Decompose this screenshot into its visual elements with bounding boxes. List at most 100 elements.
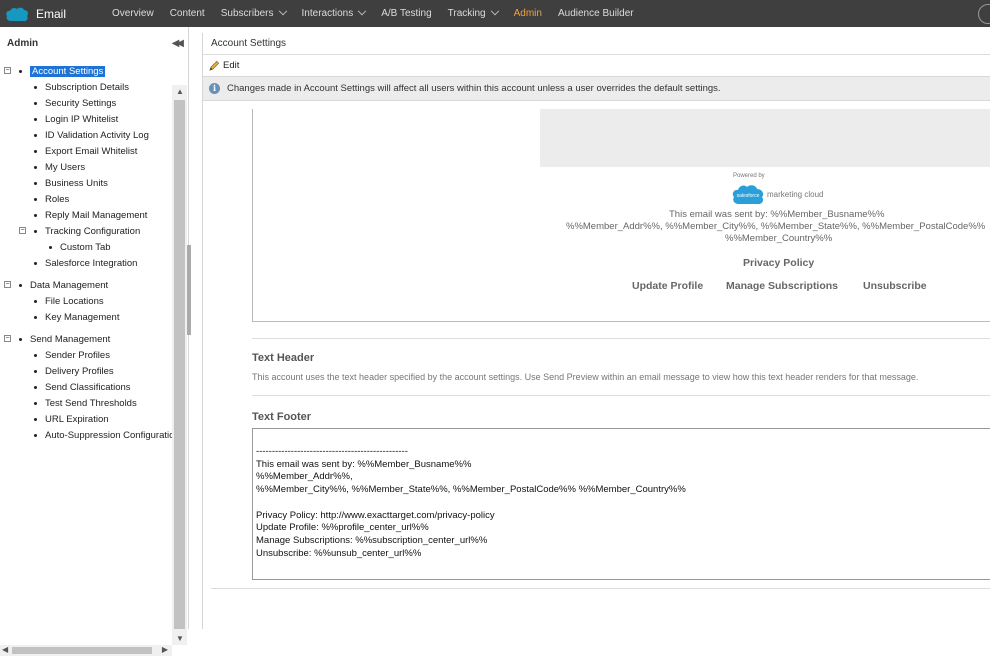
bullet-icon	[34, 85, 37, 89]
tree-item-label: Roles	[45, 193, 70, 205]
toolbar: Edit	[203, 55, 990, 76]
text-footer-line: Manage Subscriptions: %%subscription_cen…	[256, 534, 488, 546]
chevron-down-icon	[357, 6, 367, 15]
tree-item-label: Export Email Whitelist	[45, 145, 138, 157]
tree-item-account-settings[interactable]: − Account Settings	[4, 64, 106, 78]
text-footer-line: Update Profile: %%profile_center_url%%	[256, 522, 429, 534]
tree-item-tracking-configuration[interactable]: − Tracking Configuration	[19, 224, 141, 238]
nav-item-overview[interactable]: Overview	[104, 0, 162, 27]
tree-item-file-locations[interactable]: File Locations	[34, 294, 104, 308]
tree-item-subscription-details[interactable]: Subscription Details	[34, 80, 129, 94]
tree-item-sender-profiles[interactable]: Sender Profiles	[34, 348, 110, 362]
edit-button[interactable]: Edit	[209, 60, 239, 71]
tree-item-custom-tab[interactable]: Custom Tab	[49, 240, 111, 254]
bullet-icon	[19, 283, 22, 287]
left-panel-title: Admin	[7, 38, 39, 49]
privacy-policy-link[interactable]: Privacy Policy	[743, 257, 814, 269]
tree-item-data-management[interactable]: − Data Management	[4, 278, 108, 292]
bullet-icon	[34, 261, 37, 265]
collapse-toggle-icon[interactable]: −	[4, 335, 11, 342]
salesforce-cloud-icon	[5, 6, 29, 22]
scroll-left-icon[interactable]: ◀	[2, 645, 8, 654]
tree-item-label: Send Management	[30, 333, 111, 345]
page-title: Account Settings	[203, 33, 990, 55]
collapse-panel-icon[interactable]: ◀◀	[172, 38, 185, 49]
tree-item-label: Login IP Whitelist	[45, 113, 119, 125]
tree-item-key-management[interactable]: Key Management	[34, 310, 119, 324]
admin-tree: − Account Settings Subscription Details Sec…	[0, 60, 172, 618]
salesforce-logo-icon: salesforce	[732, 185, 764, 205]
user-avatar[interactable]	[978, 4, 990, 24]
text-header-title: Text Header	[252, 352, 315, 364]
scrollbar-thumb[interactable]	[174, 100, 185, 629]
nav-item-audience-builder[interactable]: Audience Builder	[550, 0, 642, 27]
nav-item-label: Content	[169, 8, 205, 19]
nav-item-tracking[interactable]: Tracking	[440, 0, 506, 27]
nav-item-subscribers[interactable]: Subscribers	[213, 0, 294, 27]
tree-item-export-email-whitelist[interactable]: Export Email Whitelist	[34, 144, 137, 158]
tree-item-reply-mail-management[interactable]: Reply Mail Management	[34, 208, 147, 222]
text-footer-line: %%Member_Addr%%,	[256, 471, 353, 483]
tree-item-test-send-thresholds[interactable]: Test Send Thresholds	[34, 396, 137, 410]
tree-item-label: Sender Profiles	[45, 349, 110, 361]
tree-item-label: Reply Mail Management	[45, 209, 148, 221]
nav-item-a-b-testing[interactable]: A/B Testing	[373, 0, 439, 27]
nav-item-content[interactable]: Content	[162, 0, 213, 27]
collapse-toggle-icon[interactable]: −	[4, 67, 11, 74]
tree-item-roles[interactable]: Roles	[34, 192, 69, 206]
nav-item-label: Admin	[513, 8, 542, 19]
collapse-toggle-icon[interactable]: −	[4, 281, 11, 288]
tree-horizontal-scrollbar[interactable]: ◀ ▶	[0, 645, 172, 656]
bullet-icon	[34, 149, 37, 153]
left-panel: Admin ◀◀ − Account Settings Subscription D…	[0, 27, 189, 656]
tree-item-label: Send Classifications	[45, 381, 131, 393]
tree-item-send-management[interactable]: − Send Management	[4, 332, 111, 346]
tree-item-my-users[interactable]: My Users	[34, 160, 85, 174]
tree-vertical-scrollbar[interactable]: ▲ ▼	[172, 85, 187, 645]
panel-splitter[interactable]	[187, 245, 191, 335]
scroll-up-icon[interactable]: ▲	[176, 87, 184, 96]
tree-item-auto-suppression-configuratio[interactable]: Auto-Suppression Configuratio	[34, 428, 172, 442]
tree-item-url-expiration[interactable]: URL Expiration	[34, 412, 109, 426]
tree-item-label: URL Expiration	[45, 413, 109, 425]
pencil-icon	[209, 60, 220, 71]
text-footer-box: ----------------------------------------…	[252, 428, 990, 580]
nav-item-label: Audience Builder	[557, 8, 634, 19]
nav-item-interactions[interactable]: Interactions	[294, 0, 374, 27]
nav-item-admin[interactable]: Admin	[506, 0, 550, 27]
unsubscribe-link[interactable]: Unsubscribe	[863, 280, 927, 292]
salesforce-badge-text: salesforce	[737, 193, 760, 199]
collapse-toggle-icon[interactable]: −	[19, 227, 26, 234]
powered-by-text: Powered by	[733, 173, 765, 179]
bullet-icon	[34, 315, 37, 319]
edit-label: Edit	[223, 60, 240, 71]
chevron-down-icon	[490, 6, 499, 15]
country-line: %%Member_Country%%	[725, 233, 833, 244]
bullet-icon	[34, 401, 37, 405]
tree-item-label: Tracking Configuration	[45, 225, 141, 237]
scrollbar-thumb[interactable]	[12, 647, 152, 654]
text-footer-line: %%Member_City%%, %%Member_State%%, %%Mem…	[256, 484, 686, 496]
manage-subscriptions-link[interactable]: Manage Subscriptions	[726, 280, 838, 292]
divider	[211, 588, 990, 589]
update-profile-link[interactable]: Update Profile	[632, 280, 703, 292]
scroll-right-icon[interactable]: ▶	[162, 645, 168, 654]
bullet-icon	[34, 133, 37, 137]
tree-item-security-settings[interactable]: Security Settings	[34, 96, 116, 110]
tree-item-label: Salesforce Integration	[45, 257, 138, 269]
app-logo[interactable]: Email	[0, 0, 96, 27]
tree-item-delivery-profiles[interactable]: Delivery Profiles	[34, 364, 114, 378]
tree-item-business-units[interactable]: Business Units	[34, 176, 108, 190]
bullet-icon	[34, 369, 37, 373]
main-content: Account Settings Edit i Changes made in …	[202, 33, 990, 629]
tree-item-label: Account Settings	[30, 65, 106, 77]
tree-item-login-ip-whitelist[interactable]: Login IP Whitelist	[34, 112, 118, 126]
tree-item-send-classifications[interactable]: Send Classifications	[34, 380, 131, 394]
tree-item-id-validation-activity-log[interactable]: ID Validation Activity Log	[34, 128, 149, 142]
info-message: Changes made in Account Settings will af…	[227, 83, 721, 94]
tree-item-label: Business Units	[45, 177, 108, 189]
nav-item-label: Overview	[112, 8, 154, 19]
scroll-down-icon[interactable]: ▼	[176, 634, 184, 643]
tree-item-salesforce-integration[interactable]: Salesforce Integration	[34, 256, 137, 270]
tree-item-label: Auto-Suppression Configuratio	[45, 429, 172, 441]
